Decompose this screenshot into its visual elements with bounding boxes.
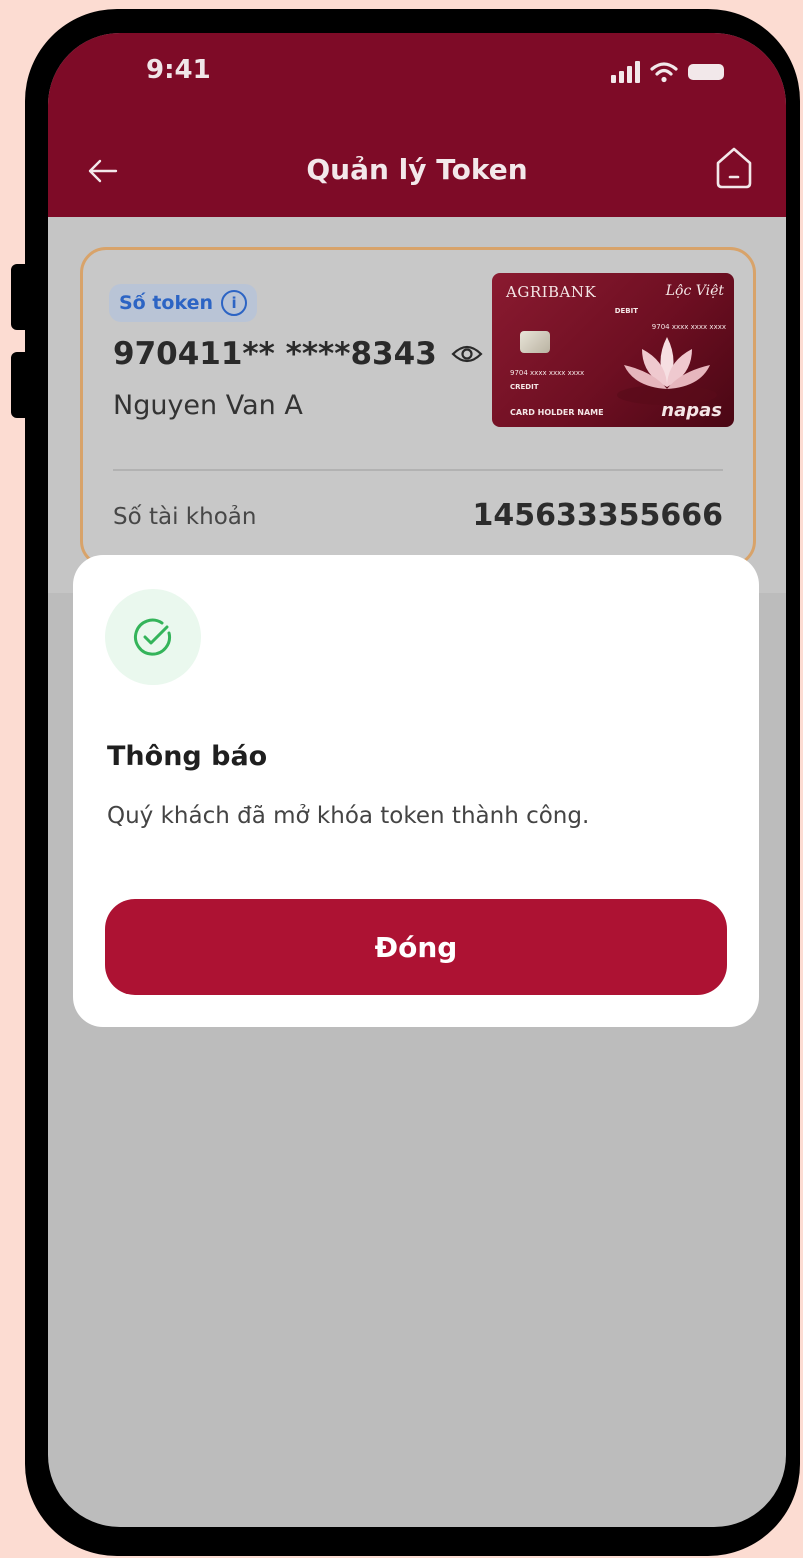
close-button[interactable]: Đóng <box>105 899 727 995</box>
card-debit-label: DEBIT <box>614 307 638 315</box>
card-credit-number: 9704 xxxx xxxx xxxx <box>510 369 585 377</box>
app-header: 9:41 Quản lý Token <box>48 33 786 217</box>
account-label: Số tài khoản <box>113 504 257 530</box>
holder-name: Nguyen Van A <box>113 390 303 421</box>
card-network-logo: napas <box>661 400 722 421</box>
home-icon[interactable] <box>712 143 756 191</box>
info-icon[interactable]: i <box>221 290 248 316</box>
account-number: 145633355666 <box>472 498 724 533</box>
token-number-value: 970411** ****8343 <box>113 336 437 372</box>
card-holder-label: CARD HOLDER NAME <box>510 408 604 417</box>
status-icons <box>611 61 724 83</box>
wifi-icon <box>650 62 678 83</box>
page-title: Quản lý Token <box>306 153 528 186</box>
card-brand: Lộc Việt <box>665 283 724 299</box>
notification-dialog: Thông báo Quý khách đã mở khóa token thà… <box>73 555 759 1027</box>
card-chip-icon <box>520 331 550 353</box>
card-credit-label: CREDIT <box>510 383 539 391</box>
eye-icon[interactable] <box>451 342 483 366</box>
success-badge <box>105 589 201 685</box>
token-badge: Số token i <box>109 284 258 322</box>
check-circle-icon <box>134 618 171 656</box>
token-number: 970411** ****8343 <box>113 336 483 372</box>
bank-card-image: AGRIBANK Lộc Việt DEBIT 9704 xxxx xxxx x… <box>492 273 734 427</box>
dialog-message: Quý khách đã mở khóa token thành công. <box>107 803 590 829</box>
signal-icon <box>611 61 640 83</box>
battery-icon <box>688 64 724 80</box>
divider <box>113 469 723 471</box>
lotus-icon <box>617 337 717 405</box>
card-bank-name: AGRIBANK <box>506 283 597 301</box>
dialog-title: Thông báo <box>107 741 268 772</box>
phone-screen: 9:41 Quản lý Token Số token i 970411** *… <box>48 33 786 1527</box>
status-time: 9:41 <box>146 55 211 85</box>
token-badge-label: Số token <box>119 292 214 314</box>
